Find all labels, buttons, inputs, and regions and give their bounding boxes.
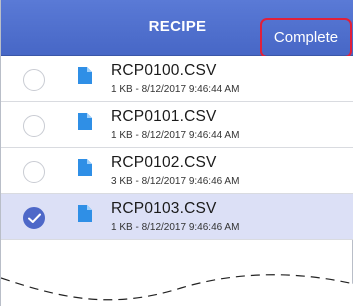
recipe-panel: RECIPE Complete RCP0100.CSV 1 KB - 8/12/… xyxy=(0,0,353,306)
select-radio-checked[interactable] xyxy=(23,207,45,229)
torn-edge-divider xyxy=(1,274,353,306)
file-name: RCP0103.CSV xyxy=(111,200,217,217)
list-item[interactable]: RCP0101.CSV 1 KB - 8/12/2017 9:46:44 AM xyxy=(1,102,353,148)
file-meta: 1 KB - 8/12/2017 9:46:44 AM xyxy=(111,130,240,141)
file-meta: 3 KB - 8/12/2017 9:46:46 AM xyxy=(111,176,240,187)
document-icon xyxy=(78,113,92,135)
file-meta: 1 KB - 8/12/2017 9:46:46 AM xyxy=(111,222,240,233)
document-icon xyxy=(78,205,92,227)
file-meta: 1 KB - 8/12/2017 9:46:44 AM xyxy=(111,84,240,95)
checkmark-icon xyxy=(28,213,41,223)
file-name: RCP0101.CSV xyxy=(111,108,217,125)
select-radio[interactable] xyxy=(23,69,45,91)
list-item[interactable]: RCP0102.CSV 3 KB - 8/12/2017 9:46:46 AM xyxy=(1,148,353,194)
complete-button[interactable]: Complete xyxy=(260,18,352,58)
document-icon xyxy=(78,67,92,89)
file-name: RCP0100.CSV xyxy=(111,62,217,79)
file-name: RCP0102.CSV xyxy=(111,154,217,171)
header-bar: RECIPE Complete xyxy=(1,0,353,58)
select-radio[interactable] xyxy=(23,161,45,183)
document-icon xyxy=(78,159,92,181)
select-radio[interactable] xyxy=(23,115,45,137)
list-item-selected[interactable]: RCP0103.CSV 1 KB - 8/12/2017 9:46:46 AM xyxy=(1,194,353,240)
list-item[interactable]: RCP0100.CSV 1 KB - 8/12/2017 9:46:44 AM xyxy=(1,56,353,102)
